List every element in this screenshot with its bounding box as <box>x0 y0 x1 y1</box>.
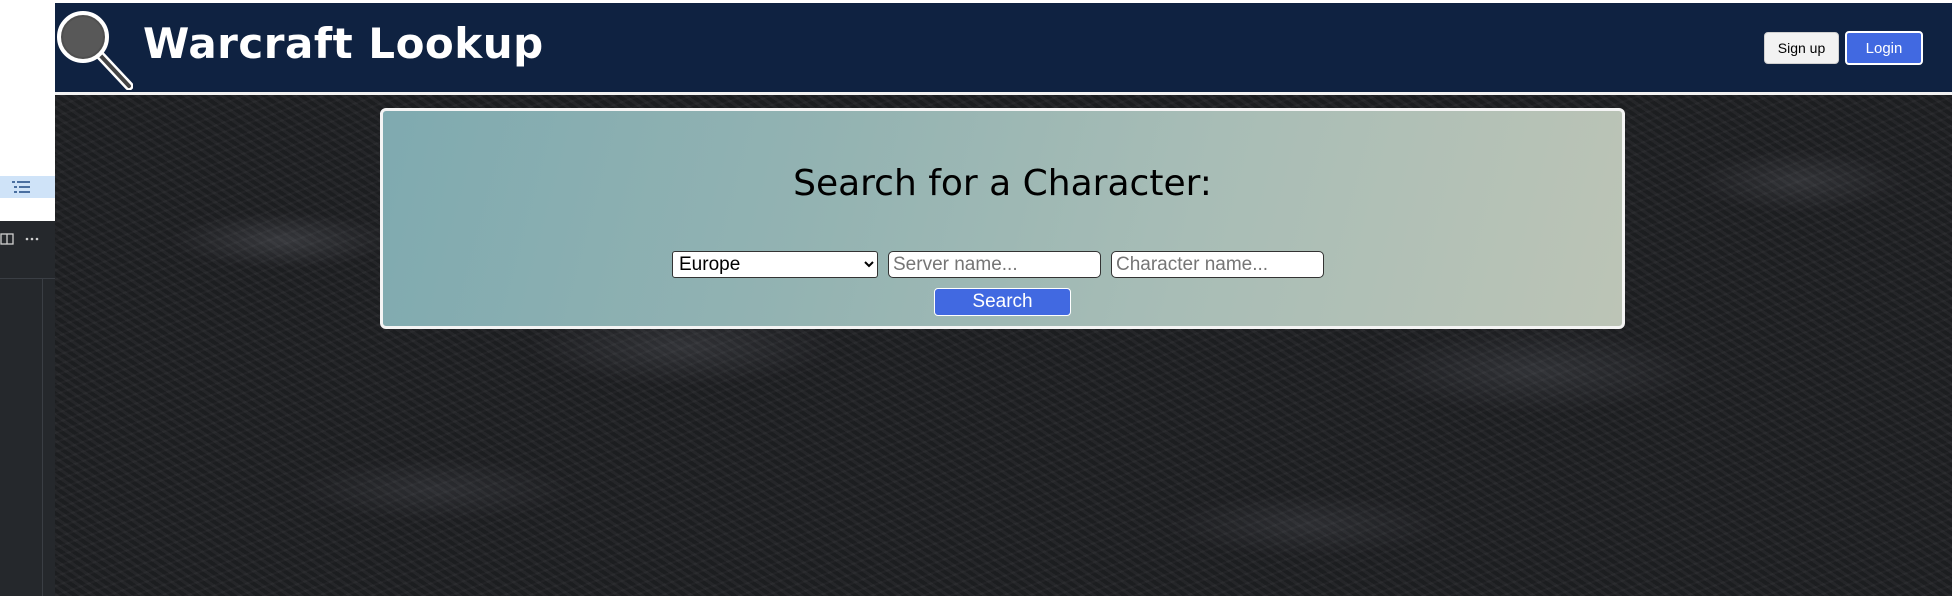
signup-button[interactable]: Sign up <box>1764 32 1839 64</box>
list-icon[interactable] <box>12 180 30 194</box>
left-editor-strip <box>0 0 55 596</box>
magnifier-logo-icon[interactable] <box>57 6 133 90</box>
region-select[interactable]: Europe <box>672 251 878 278</box>
search-panel: Search for a Character: Europe Search <box>380 108 1625 329</box>
panel-vertical-rule <box>42 279 43 596</box>
search-button[interactable]: Search <box>934 288 1071 316</box>
server-name-input[interactable] <box>888 251 1101 278</box>
outline-row[interactable] <box>0 176 55 198</box>
search-heading: Search for a Character: <box>793 163 1212 204</box>
site-header: Warcraft Lookup Sign up Login <box>55 3 1952 92</box>
site-title[interactable]: Warcraft Lookup <box>143 19 544 68</box>
character-name-input[interactable] <box>1111 251 1324 278</box>
page: Warcraft Lookup Sign up Login Search for… <box>55 3 1952 596</box>
header-divider <box>55 92 1952 95</box>
panel-divider <box>0 278 55 279</box>
more-icon[interactable] <box>24 232 40 246</box>
login-button[interactable]: Login <box>1845 31 1923 65</box>
split-view-icon[interactable] <box>0 232 14 246</box>
side-panel-toolbar <box>0 224 55 254</box>
